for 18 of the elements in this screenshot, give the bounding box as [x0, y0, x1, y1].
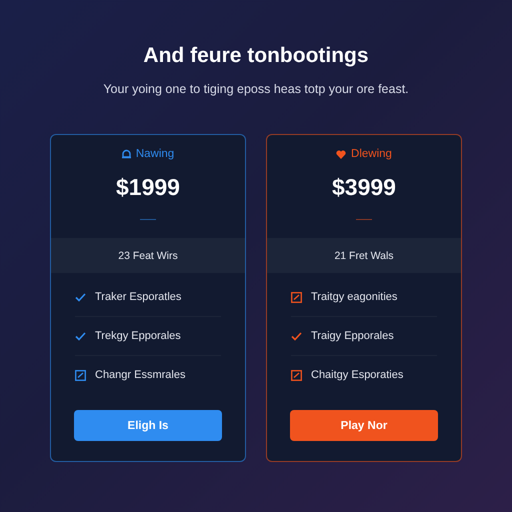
feature-label: Changr Essmrales: [95, 369, 186, 381]
heart-icon: [336, 150, 346, 158]
plan-name: Nawing: [136, 148, 174, 160]
plan-button[interactable]: Play Nor: [290, 410, 438, 441]
feature-label: Traigy Epporales: [311, 330, 394, 342]
feature-label: Trekgy Epporales: [95, 330, 181, 342]
plan-name: Dlewing: [351, 148, 392, 160]
plan-price: $1999: [116, 174, 180, 201]
plan-price: $3999: [332, 174, 396, 201]
page-subtitle: Your yoing one to tiging eposs heas totp your ore feast.: [103, 82, 409, 96]
plan-summary: 21 Fret Wals: [334, 250, 394, 262]
feature-label: Traker Esporatles: [95, 291, 182, 303]
page-title: And feure tonbootings: [143, 44, 369, 68]
bell-icon: [122, 149, 131, 159]
feature-label: Traitgy eagonities: [311, 291, 398, 303]
plan-button[interactable]: Eligh Is: [74, 410, 222, 441]
plan-summary: 23 Feat Wirs: [118, 250, 178, 262]
feature-label: Chaitgy Esporaties: [311, 369, 404, 381]
